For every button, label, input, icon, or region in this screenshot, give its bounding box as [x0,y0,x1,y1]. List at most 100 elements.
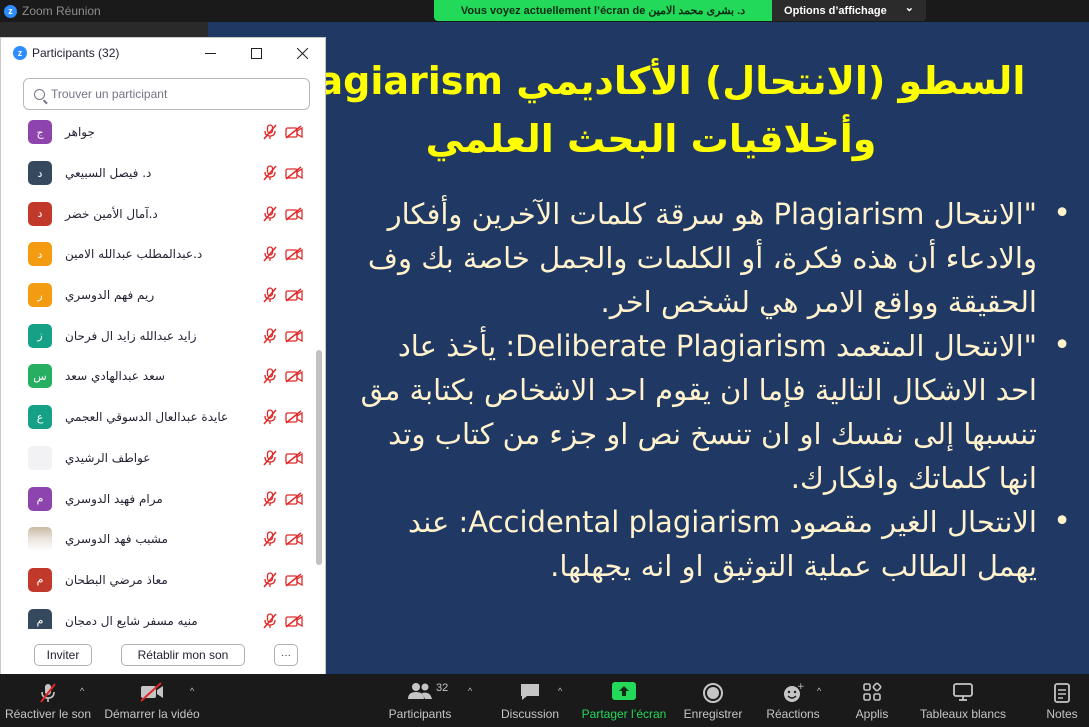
mic-muted-icon [263,287,277,303]
video-off-icon [285,125,303,139]
slide-line: "الانتحال Plagiarism هو سرقة كلمات الآخر… [387,197,1037,231]
close-icon [296,47,308,59]
start-video-label: Démarrer la vidéo [104,707,200,721]
scroll-thumb[interactable] [316,350,322,565]
slide-bullet: • الانتحال الغير مقصود Accidental plagia… [208,500,1079,588]
maximize-button[interactable] [233,38,279,68]
record-label: Enregistrer [683,707,743,721]
share-banner-text: Vous voyez actuellement l’écran de د. بش… [434,0,772,21]
close-button[interactable] [279,38,325,68]
start-video-button[interactable]: Démarrer la vidéo [104,674,200,727]
participant-row[interactable]: ز زايد عبدالله زايد ال فرحان [1,315,315,356]
participant-name: د. فيصل السبيعي [65,166,152,181]
participant-row[interactable]: ع عايدة عبدالعال الدسوقي العجمي [1,397,315,438]
audio-options-caret[interactable]: ^ [80,686,84,696]
record-button[interactable]: Enregistrer [680,674,746,727]
share-screen-button[interactable]: Partager l’écran [580,674,668,727]
participant-row[interactable]: مشبب فهد الدوسري [1,519,315,560]
participant-name: زايد عبدالله زايد ال فرحان [65,328,197,343]
participant-name: عواطف الرشيدي [65,450,151,465]
smiley-icon: + [784,682,804,702]
whiteboards-button[interactable]: Tableaux blancs [918,674,1008,727]
bullet-icon: • [1053,196,1071,231]
chat-caret[interactable]: ^ [558,686,562,696]
screen-share-banner: Vous voyez actuellement l’écran de د. بش… [434,0,926,21]
invite-button[interactable]: Inviter [34,644,92,666]
avatar: م [28,486,52,511]
reactions-label: Réactions [766,707,820,721]
whiteboard-icon [953,683,973,701]
zoom-window: z Zoom Réunion Vous voyez actuellement l… [0,0,1089,727]
mic-muted-icon [263,450,277,466]
video-off-icon [285,247,303,261]
participant-list-scrollbar[interactable] [315,112,323,629]
avatar [28,445,52,470]
mic-muted-icon [263,490,277,507]
mic-muted-icon [40,683,56,703]
avatar: ج [28,120,52,145]
avatar: ر [28,283,52,308]
mic-muted-icon [263,328,277,344]
video-off-icon [285,573,303,587]
avatar: ز [28,323,52,348]
video-off-icon [285,491,303,506]
participant-row[interactable]: ر ريم فهم الدوسري [1,275,315,316]
video-options-caret[interactable]: ^ [190,686,194,696]
reclaim-audio-button[interactable]: Rétablir mon son [121,644,245,666]
participants-caret[interactable]: ^ [468,686,472,696]
share-screen-icon [612,682,636,700]
participant-row[interactable]: د د.عبدالمطلب عبدالله الامين [1,234,315,275]
minimize-button[interactable] [187,38,233,68]
participant-row[interactable]: م منيه مسفر شايع ال دمجان [1,600,315,629]
video-off-icon [285,166,303,180]
chat-button[interactable]: Discussion [498,674,562,727]
avatar: د [28,242,52,267]
notes-icon [1054,683,1070,703]
chat-label: Discussion [500,707,560,721]
video-off-icon [285,532,303,546]
slide-title: السطو (الانتحال) الأكاديمي Plagiarism وأ… [271,52,1031,168]
avatar [28,527,52,552]
slide-bullets: • "الانتحال Plagiarism هو سرقة كلمات الآ… [208,192,1079,588]
more-options-button[interactable]: ··· [274,644,298,666]
participants-panel: z Participants (32) Trouver un participa… [0,37,326,683]
avatar: س [28,364,52,389]
reactions-caret[interactable]: ^ [817,686,821,696]
participant-row[interactable]: د د. فيصل السبيعي [1,153,315,194]
participant-name: معاذ مرضي البطحان [65,572,168,587]
participant-row[interactable]: ج جواهر [1,112,315,153]
unmute-button[interactable]: Réactiver le son [4,674,92,727]
slide-line: احد الاشكال التالية فإما ان يقوم احد الا… [360,373,1037,407]
minimize-icon [204,52,216,54]
apps-icon [863,682,882,701]
apps-button[interactable]: Applis [848,674,896,727]
participant-row[interactable]: د د.آمال الأمين خضر [1,193,315,234]
video-off-icon [285,614,303,628]
slide-line: يهمل الطالب عملية التوثيق او انه يجهلها. [550,549,1037,583]
shared-screen: السطو (الانتحال) الأكاديمي Plagiarism وأ… [208,22,1089,674]
participant-row[interactable]: م معاذ مرضي البطحان [1,560,315,601]
view-options-button[interactable]: Options d’affichage ⌄ [772,0,926,21]
video-off-icon [285,329,303,343]
avatar: د [28,201,52,226]
avatar: م [28,608,52,629]
slide-line: تنسبها إلى نفسك او ان تنسخ نص او جزء من … [388,417,1037,451]
slide-line: الحقيقة وواقع الامر هي لشخص اخر. [600,285,1037,319]
participant-search-input[interactable]: Trouver un participant [23,78,310,110]
notes-button[interactable]: Notes [1040,674,1084,727]
mic-muted-icon [263,368,277,384]
participant-row[interactable]: عواطف الرشيدي [1,438,315,479]
participant-row[interactable]: س سعد عبدالهادي سعد [1,356,315,397]
share-screen-label: Partager l’écran [581,707,667,721]
unmute-label: Réactiver le son [4,707,92,721]
notes-label: Notes [1046,707,1078,721]
participant-name: جواهر [65,125,95,140]
participant-name: د.آمال الأمين خضر [65,206,158,221]
search-icon [34,88,45,100]
participants-count: 32 [436,682,449,694]
reactions-button[interactable]: + Réactions [762,674,824,727]
bullet-icon: • [1053,504,1071,539]
slide-bullet: • "الانتحال Plagiarism هو سرقة كلمات الآ… [208,192,1079,324]
maximize-icon [250,47,262,59]
participant-row[interactable]: م مرام فهيد الدوسري [1,478,315,519]
